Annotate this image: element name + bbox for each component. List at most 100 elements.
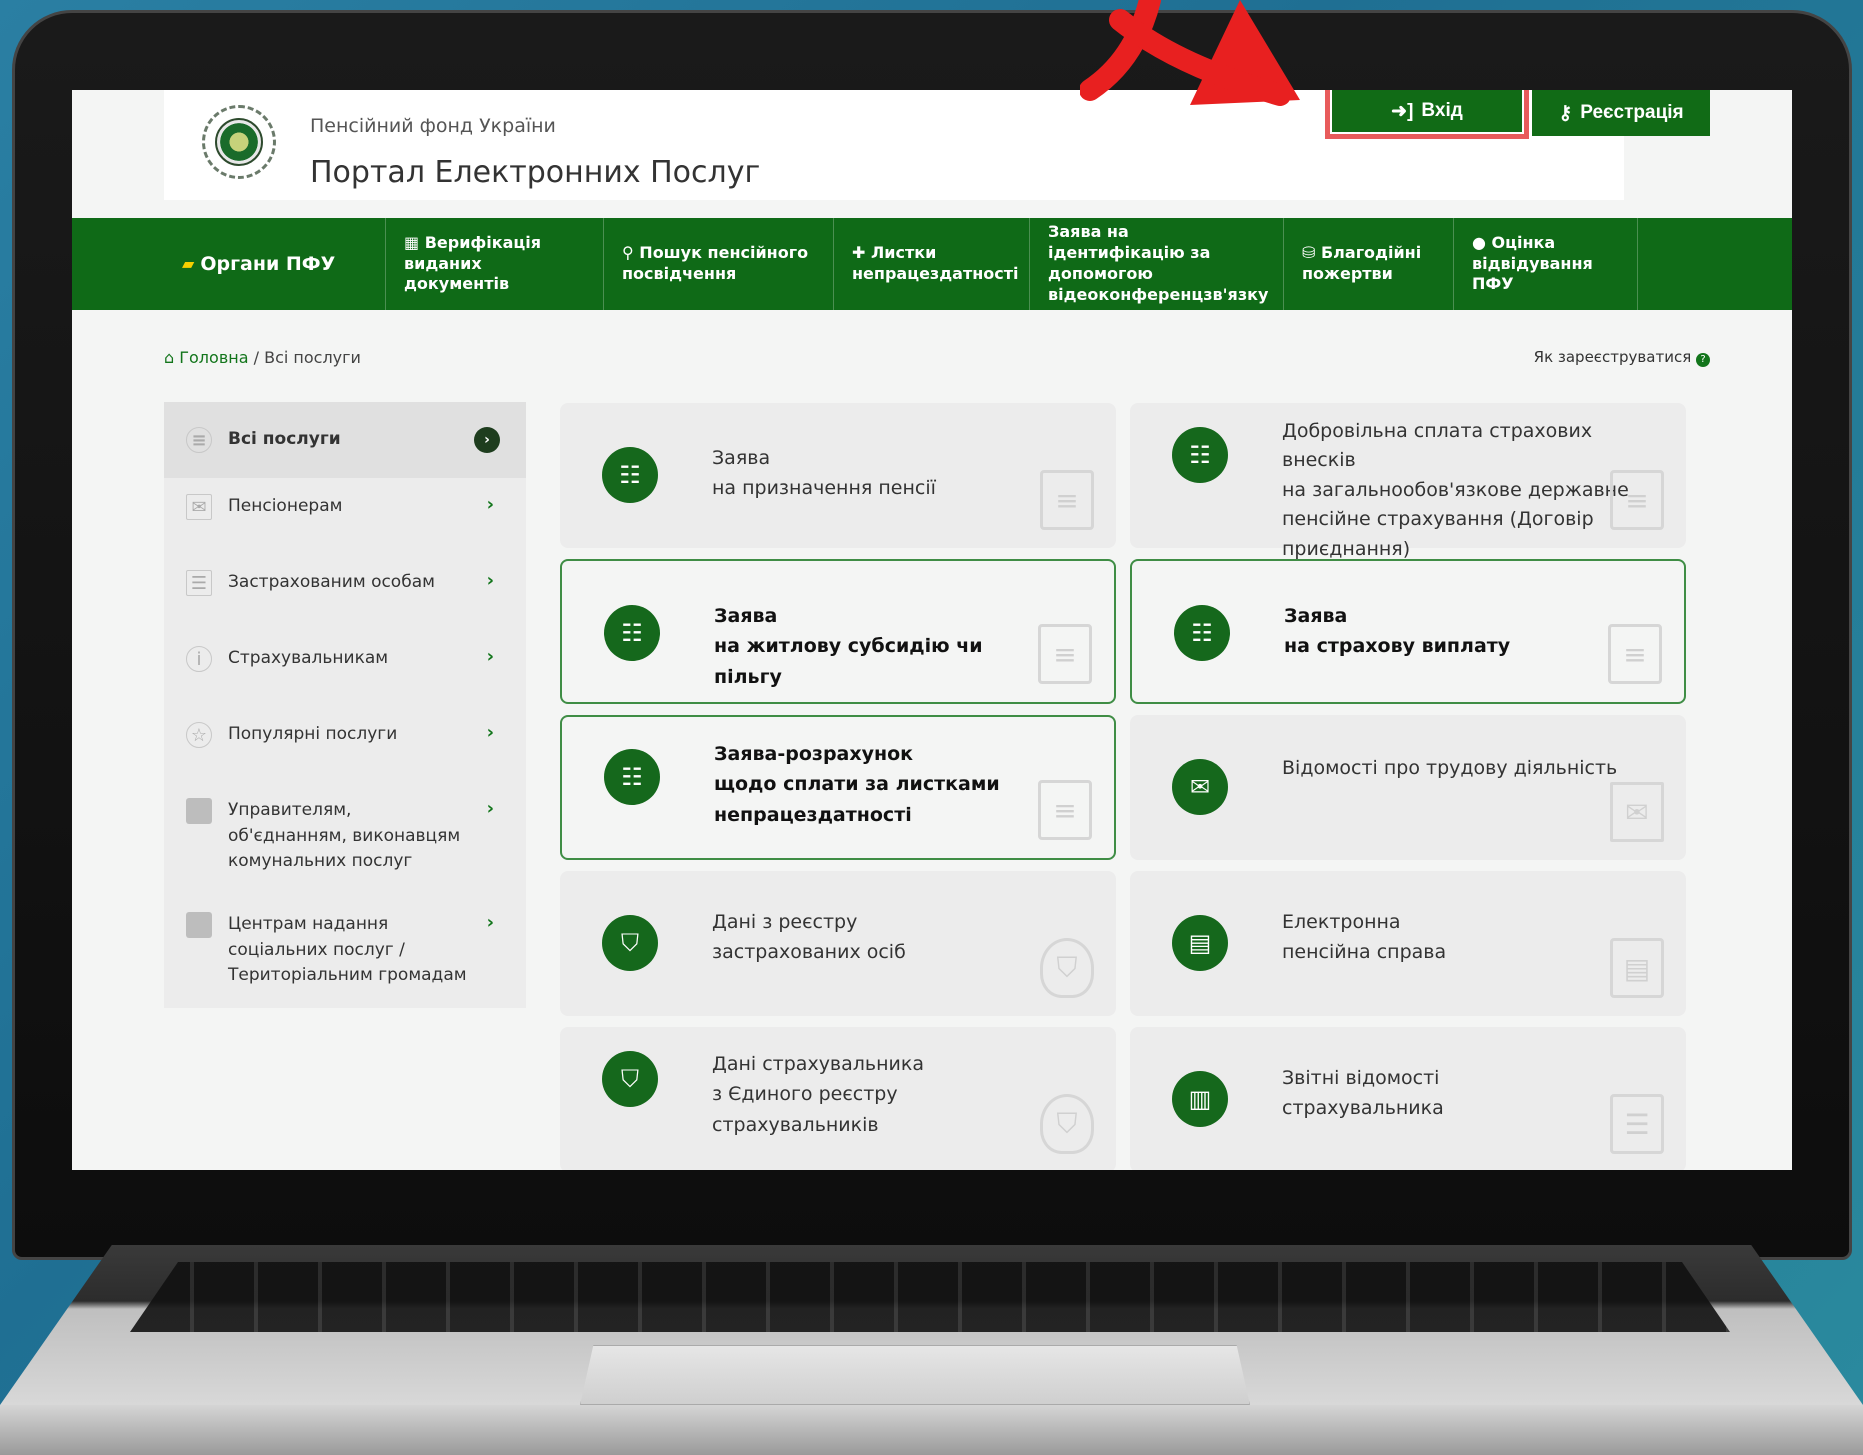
star-icon: ☆ bbox=[186, 722, 212, 748]
comment-icon: ● bbox=[1472, 232, 1492, 252]
sidebar-item-label: Всі послуги bbox=[228, 429, 341, 450]
folder-icon bbox=[186, 798, 212, 824]
report-icon: ▥ bbox=[1172, 1071, 1228, 1127]
chevron-right-icon: › bbox=[486, 646, 494, 667]
ukraine-map-icon: ▰ bbox=[182, 253, 195, 273]
laptop-keyboard bbox=[130, 1262, 1730, 1332]
nav-item-visit-rating[interactable]: ● Оцінка відвідування ПФУ bbox=[1454, 218, 1638, 310]
how-to-register-link[interactable]: Як зареєструватися ? bbox=[1534, 348, 1710, 367]
nav-item-video-identification[interactable]: Заява на ідентифікацію за допомогою віде… bbox=[1030, 218, 1284, 310]
shield-icon: ⛉ bbox=[602, 915, 658, 971]
report-watermark-icon: ☰ bbox=[1610, 1094, 1664, 1154]
file-watermark-icon: ▤ bbox=[1610, 938, 1664, 998]
chevron-right-icon: › bbox=[486, 912, 494, 933]
nav-item-verification[interactable]: ▦ Верифікація виданих документів bbox=[386, 218, 604, 310]
card-title: Заява-розрахунок щодо сплати за листками н… bbox=[714, 743, 1000, 826]
chevron-right-icon: › bbox=[486, 722, 494, 743]
card-title: Відомості про трудову діяльність bbox=[1282, 757, 1618, 779]
shield-icon: ⛉ bbox=[602, 1051, 658, 1107]
sidebar-item-label: Пенсіонерам bbox=[228, 496, 343, 516]
nav-label: ✚ Листки непрацездатності bbox=[852, 243, 1019, 283]
portal-title: Портал Електронних Послуг bbox=[310, 155, 761, 190]
nav-label: Органи ПФУ bbox=[200, 252, 336, 275]
service-card-housing-subsidy[interactable]: ☷ Заява на житлову субсидію чи пільгу ≡ bbox=[560, 559, 1116, 704]
sidebar-item-social-centers[interactable]: Центрам надання соціальних послуг / Тери… bbox=[164, 912, 526, 989]
card-title: Дані з реєстру застрахованих осіб bbox=[712, 911, 906, 964]
list-icon: ≡ bbox=[186, 427, 212, 453]
sign-in-icon: ➜] bbox=[1391, 100, 1414, 122]
form-watermark-icon: ≡ bbox=[1608, 624, 1662, 684]
card-title: Дані страхувальника з Єдиного реєстру стра… bbox=[712, 1053, 925, 1136]
service-card-voluntary-contributions[interactable]: ☷ Добровільна сплата страхових внесків на… bbox=[1130, 403, 1686, 560]
medical-bag-icon: ✚ bbox=[852, 243, 871, 263]
laptop-trackpad bbox=[580, 1345, 1250, 1405]
service-card-pension-application[interactable]: ☷ Заява на призначення пенсії ≡ bbox=[560, 403, 1116, 548]
form-watermark-icon: ≡ bbox=[1038, 624, 1092, 684]
login-label: Вхід bbox=[1421, 100, 1463, 121]
card-title: Звітні відомості страхувальника bbox=[1282, 1067, 1444, 1120]
nav-item-pfu-offices[interactable]: ▰ Органи ПФУ bbox=[164, 218, 386, 310]
search-icon: ⚲ bbox=[622, 243, 640, 263]
form-watermark-icon: ≡ bbox=[1038, 780, 1092, 840]
document-icon: ☰ bbox=[186, 570, 212, 596]
nav-label: ● Оцінка відвідування ПФУ bbox=[1472, 232, 1593, 294]
card-title: Добровільна сплата страхових внесків на з… bbox=[1282, 420, 1629, 560]
donation-icon: ⛁ bbox=[1302, 243, 1321, 263]
card-title: Електронна пенсійна справа bbox=[1282, 911, 1447, 964]
folder-icon bbox=[186, 912, 212, 938]
nav-label: ⚲ Пошук пенсійного посвідчення bbox=[622, 243, 809, 283]
service-card-insurer-reports[interactable]: ▥ Звітні відомості страхувальника ☰ bbox=[1130, 1027, 1686, 1170]
service-card-insurer-registry[interactable]: ⛉ Дані страхувальника з Єдиного реєстру ст… bbox=[560, 1027, 1116, 1170]
service-card-electronic-pension-file[interactable]: ▤ Електронна пенсійна справа ▤ bbox=[1130, 871, 1686, 1016]
service-card-sick-leave-calculation[interactable]: ☷ Заява-розрахунок щодо сплати за листкам… bbox=[560, 715, 1116, 860]
nav-label: ⛁ Благодійні пожертви bbox=[1302, 243, 1422, 283]
sidebar-item-insurers[interactable]: i Страхувальникам › bbox=[164, 646, 526, 672]
nav-label: Заява на ідентифікацію за допомогою віде… bbox=[1048, 222, 1269, 304]
envelope-icon: ✉ bbox=[186, 494, 212, 520]
sidebar-item-label: Застрахованим особам bbox=[228, 572, 435, 592]
sidebar-item-pensioners[interactable]: ✉ Пенсіонерам › bbox=[164, 494, 526, 520]
home-icon: ⌂ bbox=[164, 348, 180, 367]
screen: Пенсійний фонд України Портал Електронни… bbox=[72, 90, 1792, 1170]
form-watermark-icon: ≡ bbox=[1040, 470, 1094, 530]
login-button[interactable]: ➜] Вхід bbox=[1325, 90, 1529, 139]
how-to-register-label: Як зареєструватися bbox=[1533, 348, 1692, 366]
shield-watermark-icon: ⛉ bbox=[1040, 1094, 1094, 1154]
shield-watermark-icon: ⛉ bbox=[1040, 938, 1094, 998]
chevron-right-icon: › bbox=[486, 798, 494, 819]
service-card-insured-registry[interactable]: ⛉ Дані з реєстру застрахованих осіб ⛉ bbox=[560, 871, 1116, 1016]
card-title: Заява на страхову виплату bbox=[1284, 605, 1511, 658]
key-icon: ⚷ bbox=[1558, 102, 1573, 124]
envelope-watermark-icon: ✉ bbox=[1610, 782, 1664, 842]
sidebar-item-managers[interactable]: Управителям, об'єднанням, виконавцям ком… bbox=[164, 798, 526, 875]
qr-icon: ▦ bbox=[404, 232, 425, 252]
sidebar-item-all-services[interactable]: ≡ Всі послуги › bbox=[164, 402, 526, 478]
sidebar-item-label: Центрам надання соціальних послуг / Тери… bbox=[228, 914, 467, 985]
form-icon: ☷ bbox=[1174, 605, 1230, 661]
sidebar-item-label: Популярні послуги bbox=[228, 724, 398, 744]
nav-item-pension-search[interactable]: ⚲ Пошук пенсійного посвідчення bbox=[604, 218, 834, 310]
chevron-right-icon: › bbox=[486, 570, 494, 591]
sidebar-item-popular[interactable]: ☆ Популярні послуги › bbox=[164, 722, 526, 748]
service-card-employment-info[interactable]: ✉ Відомості про трудову діяльність ✉ bbox=[1130, 715, 1686, 860]
nav-item-sick-leave[interactable]: ✚ Листки непрацездатності bbox=[834, 218, 1030, 310]
question-icon: ? bbox=[1696, 353, 1710, 367]
info-icon: i bbox=[186, 646, 212, 672]
register-button[interactable]: ⚷ Реєстрація bbox=[1532, 90, 1710, 136]
red-arrow-annotation bbox=[1080, 0, 1300, 106]
category-sidebar: ≡ Всі послуги › ✉ Пенсіонерам › ☰ Застра… bbox=[164, 402, 526, 1008]
main-nav: ▰ Органи ПФУ ▦ Верифікація виданих докум… bbox=[72, 218, 1792, 310]
pfu-logo[interactable] bbox=[202, 105, 276, 179]
sidebar-item-insured-persons[interactable]: ☰ Застрахованим особам › bbox=[164, 570, 526, 596]
card-title: Заява на житлову субсидію чи пільгу bbox=[714, 605, 983, 688]
breadcrumb-current: Всі послуги bbox=[264, 348, 361, 367]
form-icon: ☷ bbox=[604, 749, 660, 805]
form-icon: ☷ bbox=[604, 605, 660, 661]
folder-doc-icon: ▤ bbox=[1172, 915, 1228, 971]
nav-item-donations[interactable]: ⛁ Благодійні пожертви bbox=[1284, 218, 1454, 310]
breadcrumb-home[interactable]: Головна bbox=[179, 348, 248, 367]
nav-label: ▦ Верифікація виданих документів bbox=[404, 232, 542, 294]
service-card-insurance-payment[interactable]: ☷ Заява на страхову виплату ≡ bbox=[1130, 559, 1686, 704]
form-icon: ☷ bbox=[1172, 427, 1228, 483]
pfu-emblem-icon bbox=[215, 118, 263, 166]
